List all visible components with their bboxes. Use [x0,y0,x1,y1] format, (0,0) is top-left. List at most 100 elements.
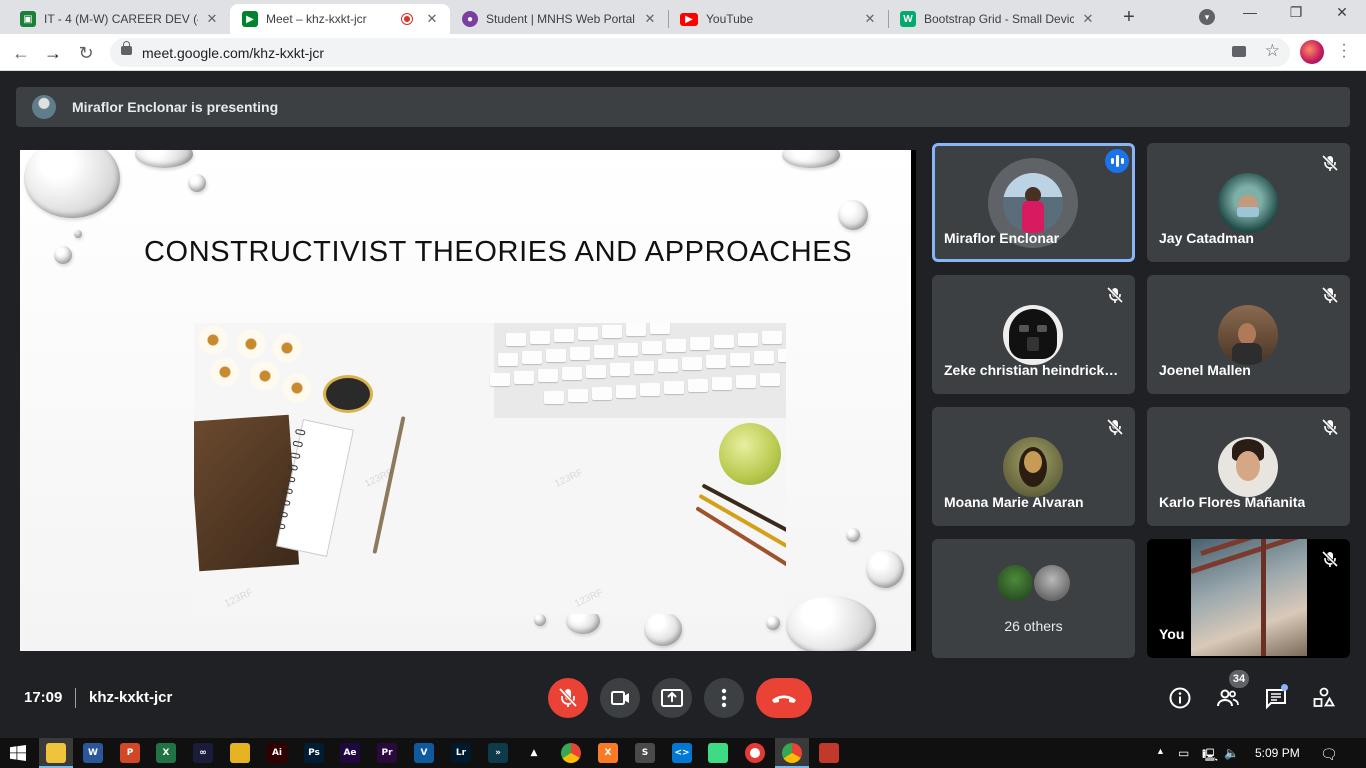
infinity-app-icon[interactable]: ∞ [193,743,213,763]
illustrator-icon[interactable]: Ai [267,743,287,763]
excel-icon[interactable]: X [156,743,176,763]
tray-overflow-icon[interactable]: ▲ [1156,746,1165,756]
presentation-slide: CONSTRUCTIVIST THEORIES AND APPROACHES 1… [20,150,911,651]
tab-meet[interactable]: ▶ Meet – khz-kxkt-jcr ✕ [230,4,450,34]
participant-tile[interactable]: Jay Catadman [1147,143,1350,262]
present-screen-icon [661,689,683,707]
others-tile[interactable]: 26 others [932,539,1135,658]
forward-icon[interactable]: → [40,40,66,66]
tab-search-icon[interactable]: ▾ [1199,9,1215,25]
presenting-banner: Miraflor Enclonar is presenting [16,87,1350,127]
participant-name: Jay Catadman [1159,230,1254,246]
microphone-toggle-button[interactable] [548,678,588,718]
photoshop-icon[interactable]: Ps [304,743,324,763]
vlc-icon[interactable]: ▲ [524,743,544,763]
participant-tile[interactable]: Karlo Flores Mañanita [1147,407,1350,526]
paint-app-icon[interactable] [230,743,250,763]
chrome-icon[interactable] [561,743,581,763]
participant-tile[interactable]: Moana Marie Alvaran [932,407,1135,526]
presenter-avatar [32,95,56,119]
chat-notification-dot [1281,684,1288,691]
people-icon[interactable] [1216,686,1240,710]
tab-title: Bootstrap Grid - Small Device [924,12,1074,26]
android-icon[interactable] [708,743,728,763]
lock-icon [121,41,132,55]
browser-tab-strip: ▣ IT - 4 (M-W) CAREER DEV (4( ✕ ▶ Meet –… [0,0,1366,34]
minimize-icon[interactable]: — [1230,4,1270,20]
sublime-icon[interactable]: S [635,743,655,763]
windows-start-icon[interactable] [10,745,26,761]
school-seal-icon: ● [462,11,478,27]
new-tab-button[interactable]: + [1117,6,1141,30]
record-icon[interactable] [745,743,765,763]
powerpoint-icon[interactable]: P [120,743,140,763]
youtube-icon: ▶ [680,12,698,26]
url-text[interactable]: meet.google.com/khz-kxkt-jcr [142,45,324,61]
premiere-icon[interactable]: Pr [377,743,397,763]
volume-icon[interactable]: 🔈 [1224,746,1239,760]
tab-student-portal[interactable]: ● Student | MNHS Web Portal ✕ [450,4,668,34]
avatar [1218,173,1278,233]
camera-permission-icon[interactable] [1232,46,1246,57]
battery-icon[interactable]: ▭ [1178,746,1189,760]
speaking-indicator-icon [1105,149,1129,173]
lightroom-icon[interactable]: Lr [451,743,471,763]
visual-studio-icon[interactable]: V [414,743,434,763]
participant-name: Zeke christian heindrick … [944,362,1122,378]
mic-off-icon [558,687,578,708]
network-icon[interactable]: 🖳 [1202,746,1218,767]
browser-menu-icon[interactable]: · · · [1336,37,1352,65]
avatar [1032,563,1072,603]
participant-tile[interactable]: Miraflor Enclonar [932,143,1135,262]
leave-call-button[interactable] [756,678,812,718]
tab-bootstrap[interactable]: W Bootstrap Grid - Small Device ✕ [888,4,1106,34]
participant-tile[interactable]: Zeke christian heindrick … [932,275,1135,394]
participant-name: Miraflor Enclonar [944,230,1060,246]
bookmark-star-icon[interactable]: ☆ [1265,41,1280,61]
self-video [1191,539,1307,656]
avatar [1218,437,1278,497]
meeting-clock: 17:09 [24,689,63,706]
media-app-icon[interactable]: » [488,743,508,763]
after-effects-icon[interactable]: Ae [340,743,360,763]
close-icon[interactable]: ✕ [642,11,658,27]
file-explorer-icon[interactable] [46,743,66,763]
chrome-active-icon[interactable] [782,743,802,763]
xampp-icon[interactable]: X [598,743,618,763]
reload-icon[interactable]: ↻ [73,40,99,66]
meeting-info-icon[interactable] [1168,686,1192,710]
slide-title: CONSTRUCTIVIST THEORIES AND APPROACHES [144,236,853,268]
mic-off-icon [1321,286,1339,304]
self-view-tile[interactable]: You [1147,539,1350,658]
system-clock[interactable]: 5:09 PM [1255,746,1300,760]
tab-classroom[interactable]: ▣ IT - 4 (M-W) CAREER DEV (4( ✕ [8,4,230,34]
presenting-text: Miraflor Enclonar is presenting [72,99,279,115]
close-icon[interactable]: ✕ [204,11,220,27]
activities-icon[interactable] [1312,686,1336,710]
present-now-button[interactable] [652,678,692,718]
close-window-icon[interactable]: ✕ [1322,4,1362,21]
avatar [995,563,1035,603]
profile-avatar[interactable] [1300,40,1324,64]
hang-up-icon [772,695,796,703]
address-bar[interactable]: meet.google.com/khz-kxkt-jcr ☆ [110,38,1290,67]
close-icon[interactable]: ✕ [1080,11,1096,27]
participant-tile[interactable]: Joenel Mallen [1147,275,1350,394]
more-options-button[interactable] [704,678,744,718]
close-icon[interactable]: ✕ [424,11,440,27]
tab-youtube[interactable]: ▶ YouTube ✕ [668,4,888,34]
more-vert-icon [721,688,727,708]
classroom-icon: ▣ [20,11,36,27]
windows-taskbar: W P X ∞ Ai Ps Ae Pr V Lr» ▲ X S <> ▲ ▭ 🖳 🔈 5:09 PM 🗨 [0,738,1366,768]
xampp-panel-icon[interactable] [819,743,839,763]
camera-toggle-button[interactable] [600,678,640,718]
mic-off-icon [1321,550,1339,568]
restore-icon[interactable]: ❐ [1276,4,1316,21]
back-icon[interactable]: ← [8,40,34,66]
notifications-icon[interactable]: 🗨 [1320,746,1338,763]
mic-off-icon [1106,286,1124,304]
word-icon[interactable]: W [83,743,103,763]
close-icon[interactable]: ✕ [862,11,878,27]
vscode-icon[interactable]: <> [672,743,692,763]
others-count-label: 26 others [1004,618,1063,634]
